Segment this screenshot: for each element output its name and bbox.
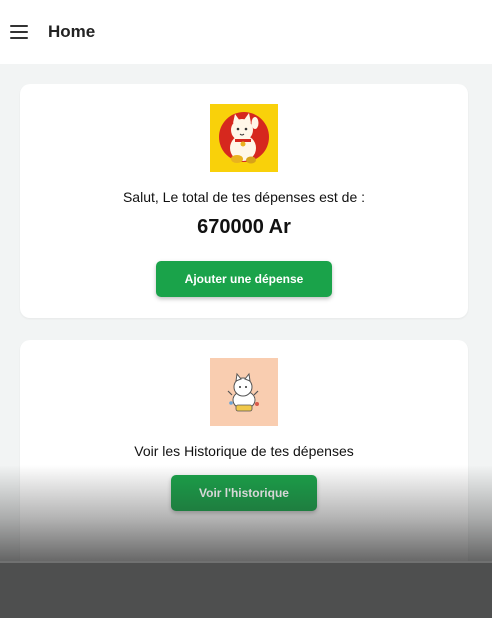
- view-history-button[interactable]: Voir l'historique: [171, 475, 317, 511]
- lucky-cat-icon: [210, 104, 278, 172]
- bottom-dark-bar: [0, 561, 492, 618]
- cat-illustration-icon: [210, 358, 278, 426]
- expenses-total-value: 670000 Ar: [197, 216, 291, 238]
- history-card: Voir les Historique de tes dépenses Voir…: [20, 340, 468, 570]
- divider: [0, 561, 492, 563]
- app-screen: Home Salut, Le total de tes dépenses est…: [0, 0, 492, 618]
- expenses-greeting-text: Salut, Le total de tes dépenses est de :: [122, 189, 366, 205]
- hamburger-menu-icon[interactable]: [10, 25, 28, 39]
- app-bar: Home: [0, 0, 492, 64]
- page-title: Home: [48, 22, 96, 41]
- expenses-total-card: Salut, Le total de tes dépenses est de :…: [20, 84, 468, 318]
- history-description-text: Voir les Historique de tes dépenses: [134, 443, 354, 459]
- add-expense-button[interactable]: Ajouter une dépense: [156, 261, 332, 297]
